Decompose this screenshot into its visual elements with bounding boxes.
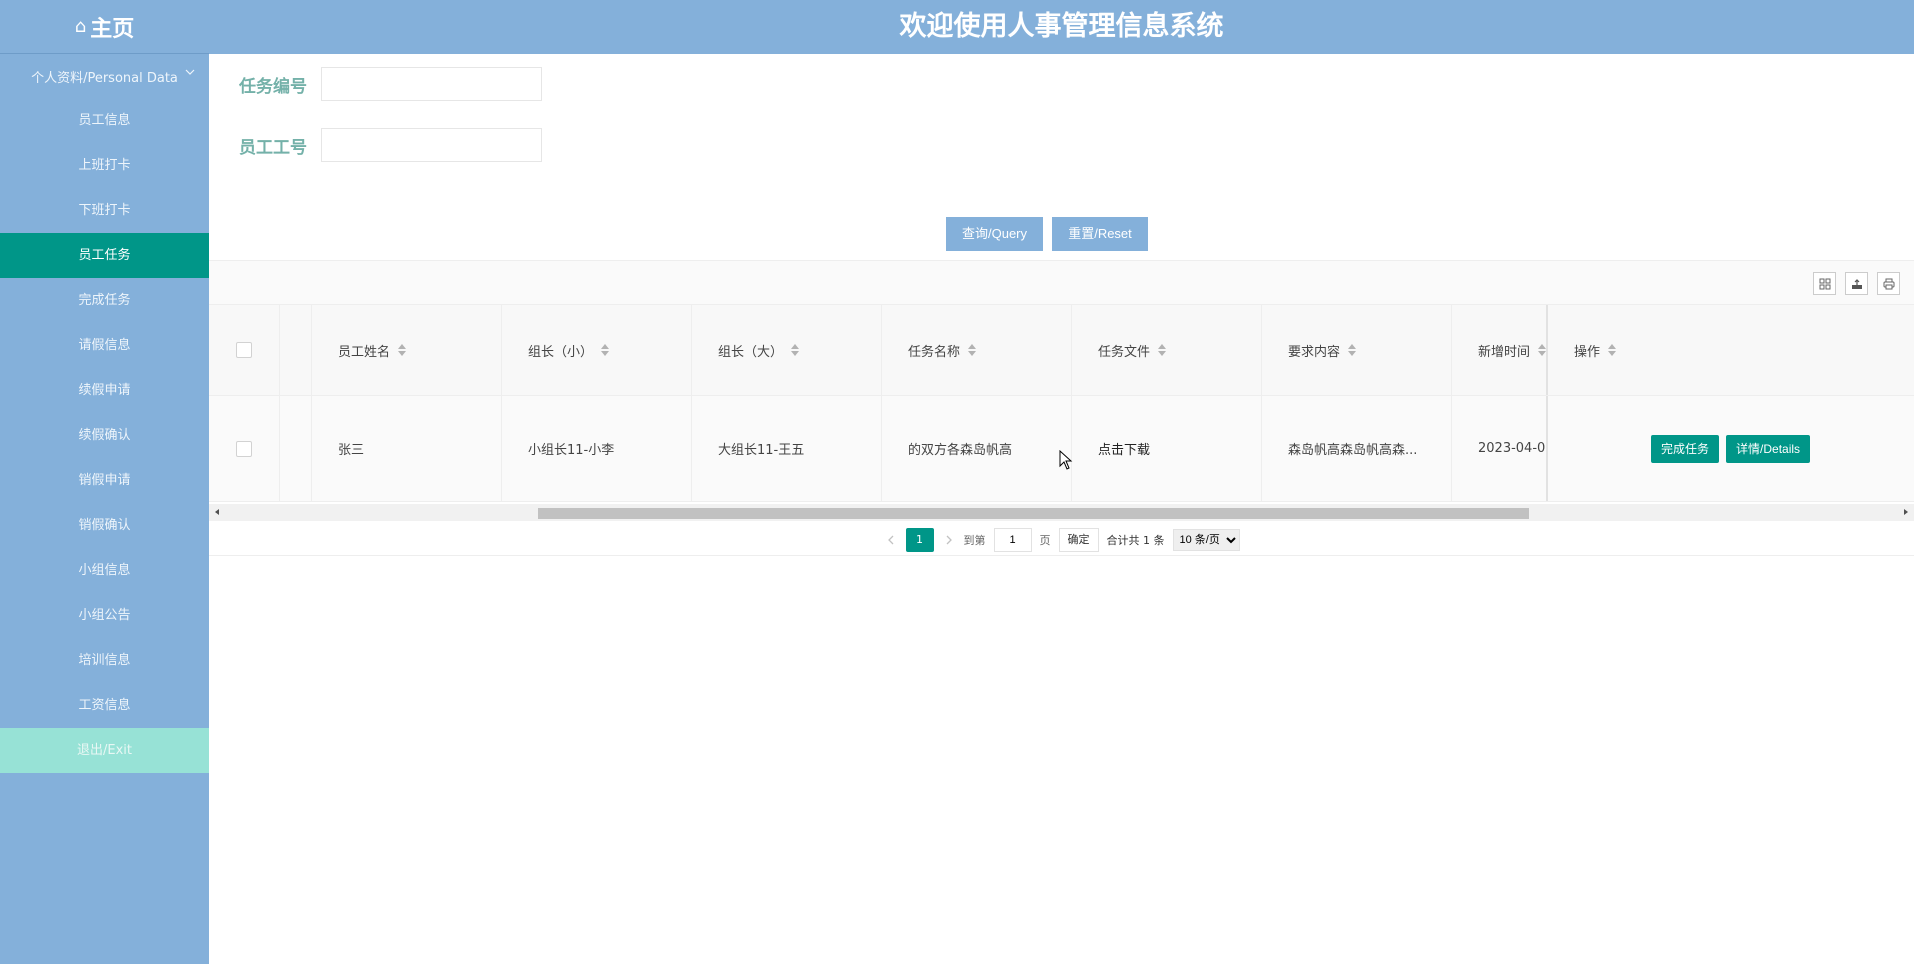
print-icon: [1883, 278, 1894, 289]
sidebar-item-salary-info[interactable]: 工资信息: [0, 683, 209, 728]
hidden-column-cell: [280, 396, 312, 501]
column-header-name[interactable]: 员工姓名: [312, 305, 502, 395]
cell-task-name: 的双方各森岛帆高: [882, 396, 1072, 501]
top-header: ⌂ 主页 欢迎使用人事管理信息系统: [0, 0, 1914, 54]
table-row: 张三 小组长11-小李 大组长11-王五 的双方各森岛帆高 点击下载 森岛帆高森…: [209, 396, 1914, 502]
sidebar-item-employee-tasks[interactable]: 员工任务: [0, 233, 209, 278]
select-all-cell: [209, 305, 280, 395]
goto-confirm-button[interactable]: 确定: [1058, 527, 1099, 552]
page-unit-label: 页: [1039, 533, 1051, 547]
goto-page-input[interactable]: [993, 527, 1032, 552]
sidebar-item-cancel-leave-apply[interactable]: 销假申请: [0, 458, 209, 503]
sidebar-group-label: 个人资料/Personal Data: [31, 70, 178, 86]
cell-name: 张三: [312, 396, 502, 501]
sidebar-item-training-info[interactable]: 培训信息: [0, 638, 209, 683]
sidebar-item-clock-in[interactable]: 上班打卡: [0, 143, 209, 188]
column-header-label: 员工姓名: [338, 344, 391, 360]
complete-task-button[interactable]: 完成任务: [1651, 434, 1720, 463]
sort-icon[interactable]: [398, 344, 407, 356]
mouse-cursor-icon: [1059, 450, 1073, 470]
column-header-label: 任务文件: [1098, 344, 1151, 360]
column-header-task-name[interactable]: 任务名称: [882, 305, 1072, 395]
select-all-checkbox[interactable]: [236, 342, 252, 358]
column-header-label: 要求内容: [1288, 344, 1341, 360]
emp-no-input[interactable]: [321, 128, 542, 162]
home-label: 主页: [90, 16, 135, 42]
home-icon: ⌂: [74, 16, 87, 37]
column-header-label: 组长（小）: [528, 344, 594, 360]
task-no-row: 任务编号: [209, 66, 542, 102]
column-header-task-file[interactable]: 任务文件: [1072, 305, 1262, 395]
cell-leader-big: 大组长11-王五: [692, 396, 882, 501]
cell-requirement: 森岛帆高森岛帆高森...: [1262, 396, 1452, 501]
column-header-created[interactable]: 新增时间: [1452, 305, 1548, 395]
sidebar-item-group-info[interactable]: 小组信息: [0, 548, 209, 593]
column-header-label: 操作: [1574, 344, 1601, 360]
sidebar-item-extend-leave-apply[interactable]: 续假申请: [0, 368, 209, 413]
goto-label: 到第: [963, 533, 986, 547]
cell-created: 2023-04-02: [1452, 396, 1548, 501]
page-size-select[interactable]: 10 条/页: [1172, 528, 1240, 551]
next-page-icon[interactable]: [942, 533, 956, 547]
sort-icon[interactable]: [601, 344, 610, 356]
column-header-label: 任务名称: [908, 344, 961, 360]
sidebar-item-extend-leave-confirm[interactable]: 续假确认: [0, 413, 209, 458]
sort-icon[interactable]: [968, 344, 977, 356]
emp-no-row: 员工工号: [209, 127, 542, 163]
sort-icon[interactable]: [1158, 344, 1167, 356]
column-header-actions[interactable]: 操作: [1548, 305, 1914, 395]
details-button[interactable]: 详情/Details: [1726, 434, 1811, 463]
query-button[interactable]: 查询/Query: [946, 217, 1043, 251]
table-header-row: 员工姓名 组长（小） 组长（大） 任务名称 任务文件 要求内容 新增时间 操作: [209, 305, 1914, 396]
reset-button[interactable]: 重置/Reset: [1052, 217, 1148, 251]
prev-page-icon[interactable]: [884, 533, 898, 547]
cell-task-file: 点击下载: [1072, 396, 1262, 501]
sort-icon[interactable]: [1608, 344, 1617, 356]
sidebar-item-exit[interactable]: 退出/Exit: [0, 728, 209, 773]
row-select-cell: [209, 396, 280, 501]
sidebar-item-clock-out[interactable]: 下班打卡: [0, 188, 209, 233]
row-checkbox[interactable]: [236, 440, 252, 457]
sidebar: 个人资料/Personal Data 员工信息 上班打卡 下班打卡 员工任务 完…: [0, 54, 209, 964]
column-header-label: 新增时间: [1478, 344, 1531, 360]
task-no-input[interactable]: [321, 67, 542, 101]
emp-no-label: 员工工号: [239, 137, 307, 158]
scroll-left-icon[interactable]: [212, 507, 222, 517]
sidebar-item-employee-info[interactable]: 员工信息: [0, 98, 209, 143]
pagination: 1 到第 页 确定 合计共 1 条 10 条/页: [209, 524, 1914, 556]
cell-leader-small: 小组长11-小李: [502, 396, 692, 501]
sort-icon[interactable]: [1348, 344, 1357, 356]
task-table: 员工姓名 组长（小） 组长（大） 任务名称 任务文件 要求内容 新增时间 操作 …: [209, 305, 1914, 505]
print-button[interactable]: [1877, 272, 1900, 295]
sidebar-item-complete-tasks[interactable]: 完成任务: [0, 278, 209, 323]
scrollbar-thumb[interactable]: [538, 508, 1529, 519]
scroll-right-icon[interactable]: [1901, 507, 1911, 517]
sidebar-item-cancel-leave-confirm[interactable]: 销假确认: [0, 503, 209, 548]
grid-icon: [1819, 278, 1830, 289]
main-content: 任务编号 员工工号 查询/Query 重置/Reset 员工姓名 组长（小） 组…: [209, 54, 1914, 964]
table-toolbar: [209, 260, 1914, 305]
sidebar-item-leave-info[interactable]: 请假信息: [0, 323, 209, 368]
home-link[interactable]: ⌂ 主页: [0, 0, 209, 54]
total-count: 合计共 1 条: [1106, 533, 1165, 547]
column-header-requirement[interactable]: 要求内容: [1262, 305, 1452, 395]
sort-icon[interactable]: [1538, 344, 1546, 356]
hidden-column-cell: [280, 305, 312, 395]
export-icon: [1851, 278, 1862, 289]
column-header-leader-small[interactable]: 组长（小）: [502, 305, 692, 395]
columns-filter-button[interactable]: [1813, 272, 1836, 295]
page-title: 欢迎使用人事管理信息系统: [899, 11, 1224, 42]
horizontal-scrollbar[interactable]: [209, 504, 1914, 521]
chevron-down-icon: [185, 69, 195, 75]
sidebar-item-group-notice[interactable]: 小组公告: [0, 593, 209, 638]
column-header-leader-big[interactable]: 组长（大）: [692, 305, 882, 395]
sidebar-group-personal-data[interactable]: 个人资料/Personal Data: [0, 54, 209, 98]
export-button[interactable]: [1845, 272, 1868, 295]
column-header-label: 组长（大）: [718, 344, 784, 360]
current-page[interactable]: 1: [905, 527, 934, 552]
sort-icon[interactable]: [791, 344, 800, 356]
download-link[interactable]: 点击下载: [1098, 439, 1150, 458]
cell-actions: 完成任务 详情/Details: [1548, 396, 1914, 501]
task-no-label: 任务编号: [239, 76, 307, 97]
